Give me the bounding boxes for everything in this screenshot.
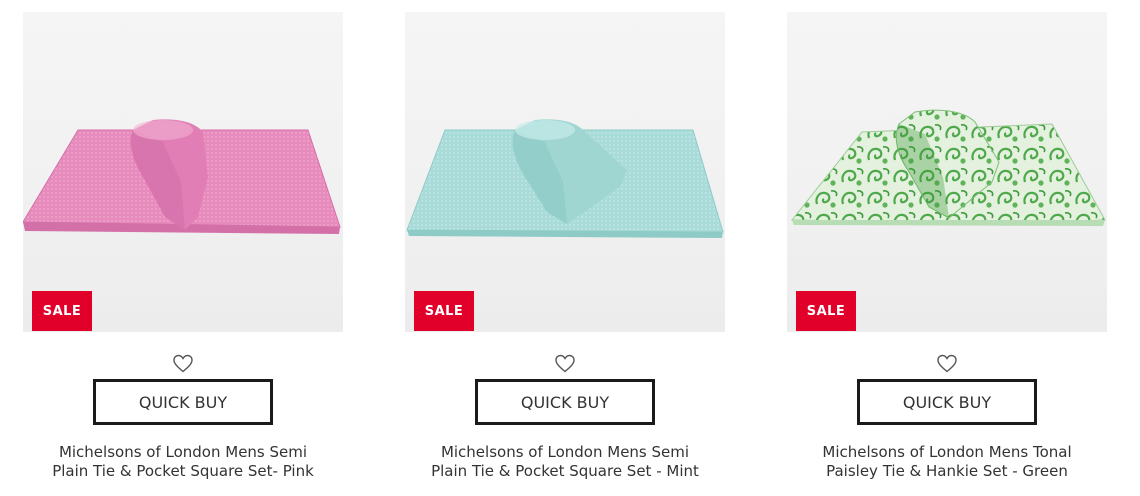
wishlist-heart-icon[interactable] xyxy=(171,351,195,375)
product-card: SALE QUICK BUY Michelsons of London Mens… xyxy=(405,12,725,492)
sale-badge: SALE xyxy=(32,291,92,331)
product-title-line: Plain Tie & Pocket Square Set - Mint xyxy=(431,462,699,480)
product-title-line: Plain Tie & Pocket Square Set- Pink xyxy=(52,462,314,480)
product-title[interactable]: Michelsons of London Mens Semi Plain Tie… xyxy=(23,443,343,481)
wishlist-heart-icon[interactable] xyxy=(935,351,959,375)
sale-badge: SALE xyxy=(414,291,474,331)
product-image[interactable]: SALE xyxy=(23,12,343,332)
wishlist-heart-icon[interactable] xyxy=(553,351,577,375)
tie-hankie-paisley-illustration xyxy=(790,109,1106,226)
product-title-line: Michelsons of London Mens Tonal xyxy=(822,443,1072,461)
product-title-line: Michelsons of London Mens Semi xyxy=(440,443,690,461)
tie-pocket-square-illustration xyxy=(406,119,724,238)
quick-buy-button[interactable]: QUICK BUY xyxy=(93,379,273,425)
product-title-line: Paisley Tie & Hankie Set - Green xyxy=(826,462,1068,480)
product-card: SALE QUICK BUY Michelsons of London Mens… xyxy=(787,12,1107,492)
product-title[interactable]: Michelsons of London Mens Semi Plain Tie… xyxy=(405,443,725,481)
product-grid: SALE QUICK BUY Michelsons of London Mens… xyxy=(0,0,1140,496)
product-title-line: Michelsons of London Mens Semi xyxy=(58,443,308,461)
product-image[interactable]: SALE xyxy=(405,12,725,332)
product-image[interactable]: SALE xyxy=(787,12,1107,332)
quick-buy-button[interactable]: QUICK BUY xyxy=(475,379,655,425)
product-card: SALE QUICK BUY Michelsons of London Mens… xyxy=(23,12,343,492)
product-title[interactable]: Michelsons of London Mens Tonal Paisley … xyxy=(787,443,1107,481)
tie-pocket-square-illustration xyxy=(23,119,341,234)
sale-badge: SALE xyxy=(796,291,856,331)
quick-buy-button[interactable]: QUICK BUY xyxy=(857,379,1037,425)
